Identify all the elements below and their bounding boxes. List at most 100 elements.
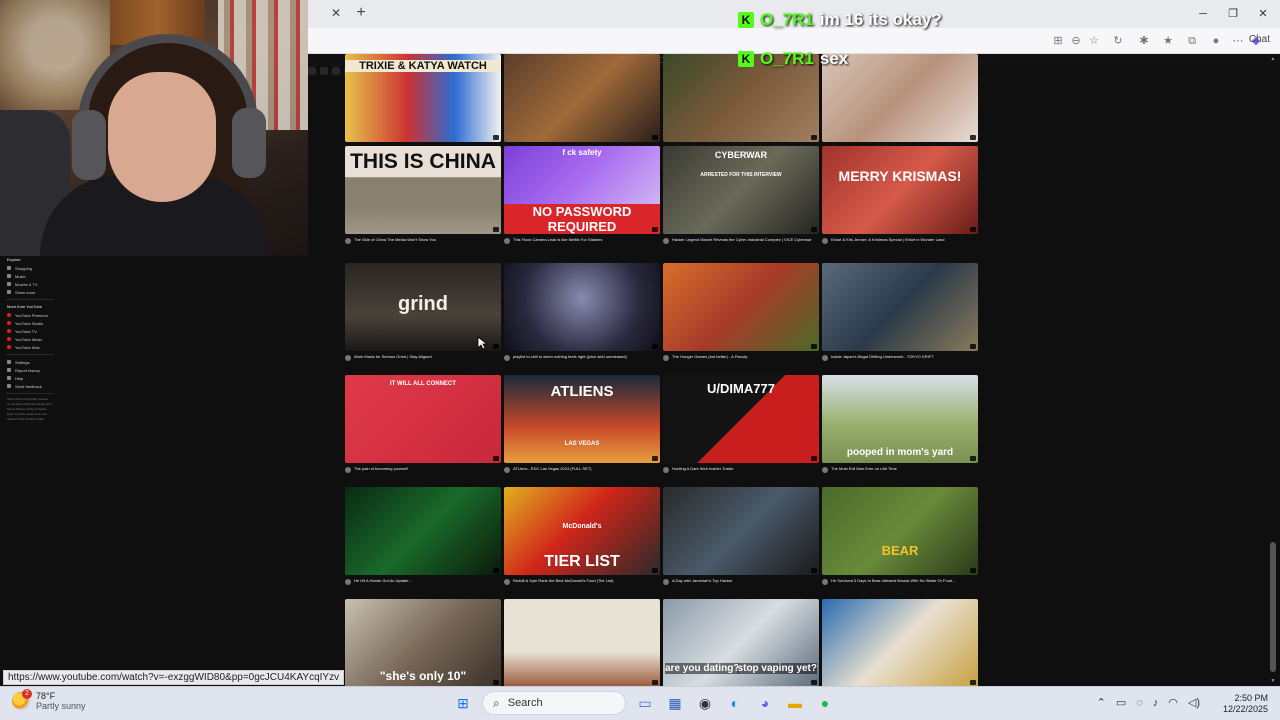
video-thumbnail[interactable]: NO PASSWORD REQUIRED f ck safety [504,146,660,234]
sidebar-item-yt-kids[interactable]: YouTube Kids [0,343,60,351]
video-thumbnail[interactable]: "she's only 10" [345,599,501,687]
profile-icon[interactable]: ● [1208,33,1224,49]
video-title[interactable]: Work Music for Serious Grind | Stay Alig… [354,354,432,361]
chevron-up-icon[interactable]: ⌃ [1097,696,1106,709]
scroll-up-arrow-icon[interactable]: ▲ [1270,56,1276,62]
obs-icon[interactable]: ◉ [694,691,716,715]
favorite-star-icon[interactable]: ☆ [1086,33,1102,49]
close-window-icon[interactable]: ✕ [1254,6,1272,22]
video-card[interactable]: U/DIMA777 Hunting A Dark Web Insider Tra… [663,375,819,473]
video-title[interactable]: Khloé & Kris Jenner: A Kristmas Special … [831,237,944,244]
sidebar-item-feedback[interactable]: Send feedback [0,382,60,390]
windows-start-icon[interactable]: ⊞ [452,691,474,715]
microphone-icon[interactable]: ♪ [1153,697,1159,709]
edge-icon[interactable]: ◐ [724,691,746,715]
video-thumbnail[interactable]: CYBERWAR ARRESTED FOR THIS INTERVIEW [663,146,819,234]
file-explorer-icon[interactable]: ▬ [784,691,806,715]
close-tab-icon[interactable]: ✕ [328,5,344,21]
channel-avatar[interactable] [663,355,669,361]
video-title[interactable]: A Day with Jameriah's Top Hacker [672,578,733,585]
video-card[interactable]: CYBERWAR ARRESTED FOR THIS INTERVIEW Hack… [663,146,819,244]
new-tab-icon[interactable]: + [352,4,370,22]
video-card[interactable]: I'm Obsessed Rich People with a Fake Art… [504,54,660,152]
video-title[interactable]: Hacker Legend Marcel Reveals the Cyber-I… [672,237,812,244]
video-thumbnail[interactable]: TRIXIE & KATYA WATCH [345,54,501,142]
video-title[interactable]: Hunting A Dark Web Insider Trader [672,466,734,473]
video-title[interactable]: playlist to chill to when nothing feels … [513,354,627,361]
channel-avatar[interactable] [822,355,828,361]
video-thumbnail[interactable]: ATLIENS LAS VEGAS [504,375,660,463]
video-title[interactable]: He Hit A Homie Got An Update... [354,578,412,585]
sidebar-item-movies[interactable]: Movies & TV [0,280,60,288]
channel-avatar[interactable] [345,355,351,361]
video-thumbnail[interactable]: THIS IS CHINA [345,146,501,234]
video-thumbnail[interactable] [663,263,819,351]
favorites-icon[interactable]: ★ [1160,33,1176,49]
taskbar-search[interactable]: ⌕ Search [482,691,626,715]
video-card[interactable]: NO PASSWORD REQUIRED f ck safety This Flo… [504,146,660,244]
video-card[interactable]: The Hunger Games (but better) - A Parody [663,263,819,361]
video-title[interactable]: Reddit & Kyle Rank the Best McDonald's F… [513,578,613,585]
sidebar-item-help[interactable]: Help [0,374,60,382]
channel-avatar[interactable] [345,238,351,244]
video-title[interactable]: The Hunger Games (but better) - A Parody [672,354,747,361]
video-card[interactable]: TRIXIE & KATYA WATCH Drag Queens Trixie … [345,54,501,155]
sidebar-item-show-more[interactable]: Show more [0,288,60,296]
video-card[interactable]: pooped in mom's yard The Most Evil Man E… [822,375,978,473]
channel-avatar[interactable] [504,355,510,361]
video-thumbnail[interactable] [822,599,978,687]
video-thumbnail[interactable] [663,487,819,575]
network-icon[interactable]: ◌ [1136,697,1143,709]
video-card[interactable]: ATLIENS LAS VEGAS ATLiens - EDC Las Vegas… [504,375,660,473]
channel-avatar[interactable] [822,579,828,585]
video-title[interactable]: Inside Japan's Illegal Drifting Underwor… [831,354,934,361]
volume-icon[interactable]: ◁) [1188,696,1200,709]
video-card[interactable]: IT WILL ALL CONNECT The pain of becoming… [345,375,501,473]
sidebar-item-yt-music[interactable]: YouTube Music [0,335,60,343]
channel-avatar[interactable] [822,238,828,244]
video-thumbnail[interactable]: MERRY KRISMAS! [822,146,978,234]
chip[interactable] [332,67,340,75]
video-card[interactable]: BEAR He Survived 3 Days In Bear-Infested… [822,487,978,585]
video-card[interactable]: playlist to chill to when nothing feels … [504,263,660,361]
video-card[interactable]: THIS IS CHINA The Side of China The Medi… [345,146,501,244]
video-thumbnail[interactable]: are you dating? stop vaping yet? [663,599,819,687]
scrollbar-thumb[interactable] [1270,542,1276,672]
wifi-icon[interactable]: ◠ [1168,696,1178,709]
channel-avatar[interactable] [345,467,351,473]
video-thumbnail[interactable]: IT WILL ALL CONNECT [345,375,501,463]
scroll-down-arrow-icon[interactable]: ▼ [1270,678,1276,684]
more-menu-icon[interactable]: ⋯ [1230,33,1246,49]
video-title[interactable]: The Most Evil Man Ever on r/All Time [831,466,897,473]
video-title[interactable]: He Survived 3 Days In Bear-Infested Wood… [831,578,956,585]
chip[interactable] [320,67,328,75]
video-thumbnail[interactable]: U/DIMA777 [663,375,819,463]
channel-avatar[interactable] [663,238,669,244]
channel-avatar[interactable] [345,579,351,585]
channel-avatar[interactable] [663,579,669,585]
video-card[interactable]: "she's only 10" [345,599,501,687]
video-thumbnail[interactable]: TIER LIST McDonald's [504,487,660,575]
channel-avatar[interactable] [822,467,828,473]
video-card[interactable] [504,599,660,687]
taskbar-clock[interactable]: 2:50 PM 12/22/2025 [1223,693,1268,715]
minimize-icon[interactable]: ─ [1194,6,1212,22]
collections-icon[interactable]: ⧉ [1184,33,1200,49]
battery-icon[interactable]: ▭ [1116,696,1126,709]
extensions-icon[interactable]: ✱ [1136,33,1152,49]
channel-avatar[interactable] [504,467,510,473]
store-icon[interactable]: ▦ [664,691,686,715]
channel-avatar[interactable] [663,467,669,473]
video-title[interactable]: The pain of becoming yourself [354,466,408,473]
video-title[interactable]: ATLiens - EDC Las Vegas 2024 (FULL SET) [513,466,591,473]
video-card[interactable]: TIER LIST McDonald's Reddit & Kyle Rank t… [504,487,660,585]
spotify-icon[interactable]: ● [814,691,836,715]
sidebar-item-yt-studio[interactable]: YouTube Studio [0,319,60,327]
video-card[interactable]: are you dating? stop vaping yet? [663,599,819,687]
video-thumbnail[interactable]: BEAR [822,487,978,575]
video-card[interactable] [822,599,978,687]
video-thumbnail[interactable] [504,599,660,687]
video-title[interactable]: This Flock Camera Leak is like Netflix F… [513,237,602,244]
video-thumbnail[interactable] [504,263,660,351]
app-icon[interactable]: ⊞ [1050,33,1066,49]
